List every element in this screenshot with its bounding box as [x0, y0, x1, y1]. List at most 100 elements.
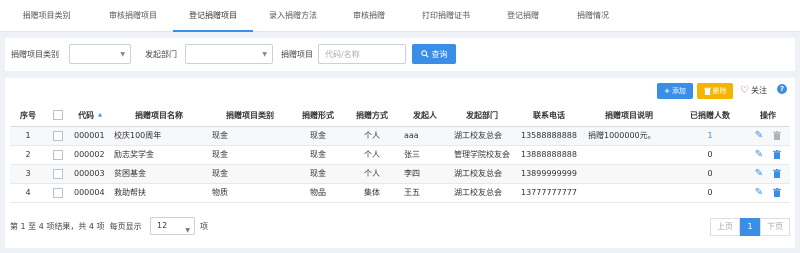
filter-bar: 捐赠项目类别 ▼ 发起部门 ▼ 捐赠项目 查询	[5, 38, 795, 71]
header-method[interactable]: 捐赠方式	[344, 105, 400, 127]
follow-button[interactable]: ♡ 关注	[740, 85, 767, 96]
cell-select	[46, 126, 70, 146]
cell-actions: ✎	[746, 164, 790, 184]
cell-name: 贫困基金	[110, 164, 208, 184]
header-code[interactable]: 代码 ▲	[70, 105, 110, 127]
header-phone[interactable]: 联系电话	[514, 105, 584, 127]
cell-dept: 管理学院校友会	[450, 145, 514, 165]
tab-review-projects[interactable]: 审核捐赠项目	[93, 0, 173, 32]
help-icon[interactable]: ?	[777, 84, 787, 94]
cell-select	[46, 164, 70, 184]
header-dept[interactable]: 发起部门	[450, 105, 514, 127]
row-checkbox[interactable]	[53, 130, 63, 141]
table-row: 4 000004 救助帮扶 物质 物品 集体 王五 湖工校友总会 1377777…	[10, 183, 790, 203]
header-name[interactable]: 捐赠项目名称	[110, 105, 208, 127]
header-index: 序号	[10, 105, 46, 127]
page-1-button[interactable]: 1	[740, 218, 760, 236]
header-initiator[interactable]: 发起人	[400, 105, 450, 127]
header-actions: 操作	[746, 105, 790, 127]
category-select[interactable]: ▼	[69, 44, 131, 64]
tab-donation-category[interactable]: 捐赠项目类别	[0, 0, 93, 32]
cell-category: 现金	[208, 126, 292, 146]
cell-actions: ✎	[746, 145, 790, 165]
row-checkbox[interactable]	[53, 187, 63, 198]
header-form[interactable]: 捐赠形式	[292, 105, 344, 127]
cell-initiator: 王五	[400, 183, 450, 203]
page-size-suffix: 项	[200, 222, 208, 231]
trash-icon	[703, 87, 711, 95]
edit-icon[interactable]: ✎	[755, 130, 763, 141]
heart-icon: ♡	[740, 85, 749, 96]
cell-desc: 捐赠1000000元。	[584, 126, 674, 146]
delete-button[interactable]: 删除	[697, 83, 733, 99]
cell-name: 校庆100周年	[110, 126, 208, 146]
tab-register-donation[interactable]: 登记捐赠	[487, 0, 559, 32]
trash-icon[interactable]	[773, 150, 782, 159]
cell-method: 个人	[344, 145, 400, 165]
cell-code: 000003	[70, 164, 110, 184]
tab-enter-methods[interactable]: 录入捐赠方法	[253, 0, 333, 32]
table-row: 3 000003 贫困基金 现金 现金 个人 李四 湖工校友总会 1389999…	[10, 164, 790, 184]
prev-page-button[interactable]: 上页	[710, 218, 740, 236]
cell-actions: ✎	[746, 183, 790, 203]
cell-desc	[584, 164, 674, 184]
tab-donation-status[interactable]: 捐赠情况	[559, 0, 627, 32]
cell-actions: ✎	[746, 126, 790, 146]
cell-phone: 13588888888	[514, 126, 584, 146]
edit-icon[interactable]: ✎	[755, 168, 763, 179]
chevron-down-icon: ▼	[185, 227, 190, 234]
row-checkbox[interactable]	[53, 149, 63, 160]
cell-index: 1	[10, 126, 46, 146]
cell-initiator: 张三	[400, 145, 450, 165]
edit-icon[interactable]: ✎	[755, 187, 763, 198]
trash-icon[interactable]	[773, 188, 782, 197]
cell-code: 000001	[70, 126, 110, 146]
header-category[interactable]: 捐赠项目类别	[208, 105, 292, 127]
table-header-row: 序号 代码 ▲ 捐赠项目名称 捐赠项目类别 捐赠形式 捐赠方式 发起人 发起部门 …	[10, 105, 790, 127]
chevron-down-icon: ▼	[262, 51, 267, 58]
cell-category: 物质	[208, 183, 292, 203]
next-page-button[interactable]: 下页	[760, 218, 790, 236]
cell-method: 集体	[344, 183, 400, 203]
cell-category: 现金	[208, 164, 292, 184]
cell-select	[46, 183, 70, 203]
page-size-select[interactable]: 12 ▼	[150, 217, 195, 235]
trash-icon[interactable]	[773, 131, 782, 140]
cell-desc	[584, 145, 674, 165]
plus-icon: +	[664, 87, 670, 95]
trash-icon[interactable]	[773, 169, 782, 178]
row-checkbox[interactable]	[53, 168, 63, 179]
cell-phone: 13777777777	[514, 183, 584, 203]
cell-dept: 湖工校友总会	[450, 126, 514, 146]
dept-filter-label: 发起部门	[145, 50, 177, 59]
project-search-input[interactable]	[318, 44, 406, 64]
select-all-checkbox[interactable]	[53, 110, 63, 121]
edit-icon[interactable]: ✎	[755, 149, 763, 160]
tab-review-donations[interactable]: 审核捐赠	[333, 0, 405, 32]
cell-count: 0	[674, 183, 746, 203]
tab-print-certificate[interactable]: 打印捐赠证书	[405, 0, 487, 32]
cell-name: 救助帮扶	[110, 183, 208, 203]
cell-category: 现金	[208, 145, 292, 165]
tab-register-projects[interactable]: 登记捐赠项目	[173, 0, 253, 32]
header-desc[interactable]: 捐赠项目说明	[584, 105, 674, 127]
cell-name: 励志奖学金	[110, 145, 208, 165]
pagination: 上页 1 下页	[710, 218, 790, 236]
add-button[interactable]: + 添加	[657, 83, 693, 99]
sort-asc-icon: ▲	[98, 111, 102, 118]
dept-select[interactable]: ▼	[185, 44, 273, 64]
cell-method: 个人	[344, 126, 400, 146]
project-filter-label: 捐赠项目	[281, 50, 313, 59]
cell-index: 3	[10, 164, 46, 184]
category-filter-label: 捐赠项目类别	[11, 50, 59, 59]
cell-dept: 湖工校友总会	[450, 183, 514, 203]
cell-form: 现金	[292, 126, 344, 146]
cell-desc	[584, 183, 674, 203]
header-select-all	[46, 105, 70, 127]
cell-form: 现金	[292, 145, 344, 165]
cell-count-link[interactable]: 1	[674, 126, 746, 146]
query-button[interactable]: 查询	[412, 44, 456, 64]
header-count[interactable]: 已捐赠人数	[674, 105, 746, 127]
tab-bar: 捐赠项目类别 审核捐赠项目 登记捐赠项目 录入捐赠方法 审核捐赠 打印捐赠证书 …	[0, 0, 800, 32]
search-icon	[420, 50, 429, 58]
